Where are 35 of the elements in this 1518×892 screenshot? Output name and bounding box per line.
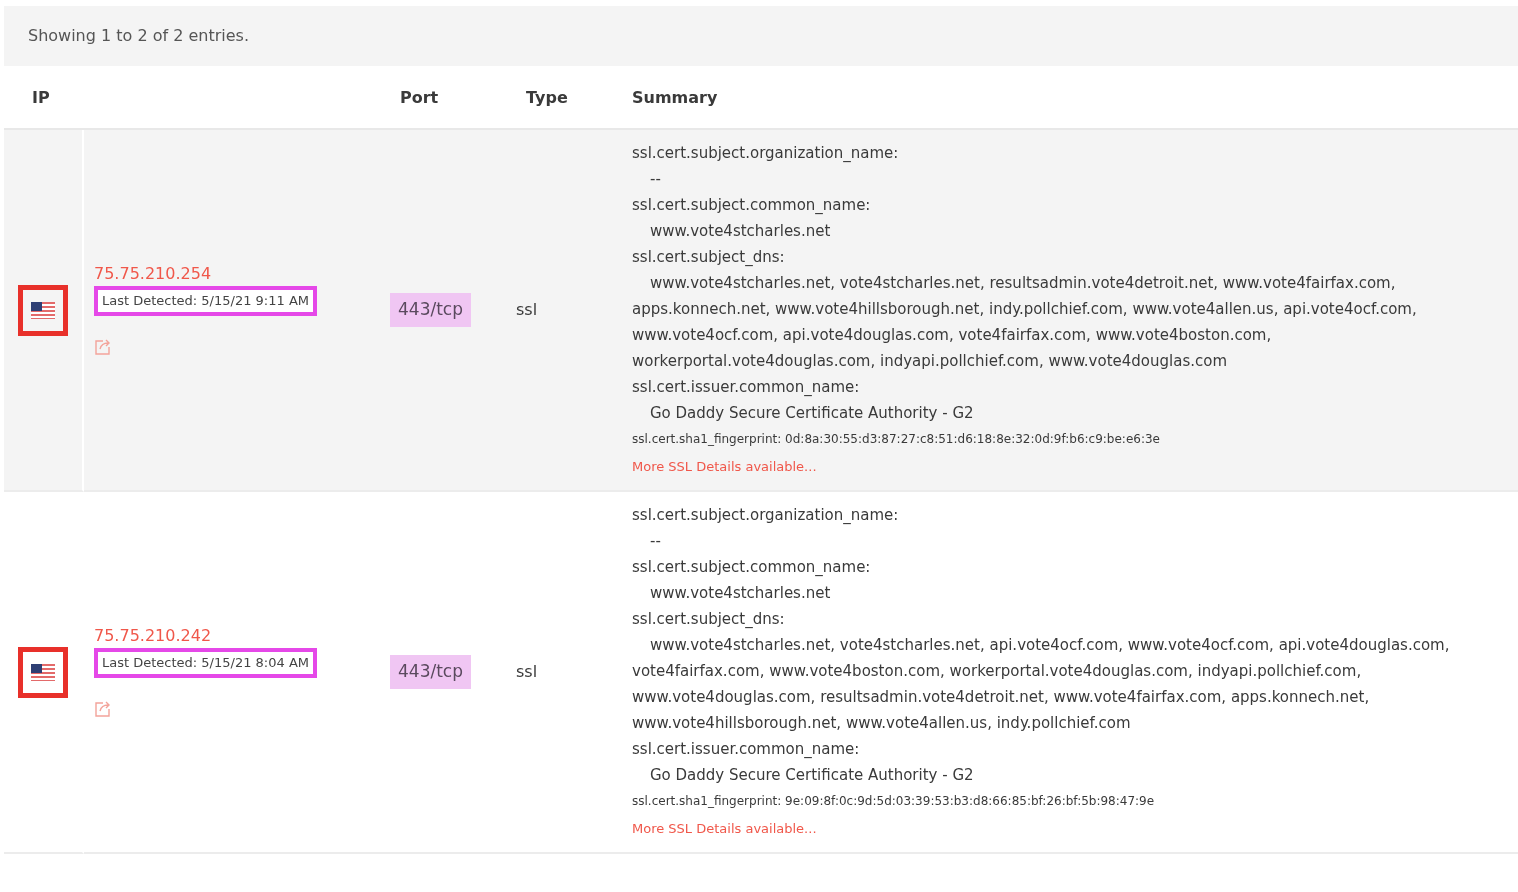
- summary-value: --: [649, 169, 662, 190]
- external-link-icon[interactable]: [94, 699, 112, 717]
- column-header: Port: [400, 88, 439, 107]
- summary-value: www.vote4stcharles.net: [649, 583, 832, 604]
- port-tag: 443/tcp: [390, 655, 471, 689]
- last-detected-text: Last Detected: 5/15/21 8:04 AM: [94, 648, 317, 678]
- port-tag: 443/tcp: [390, 293, 471, 327]
- summary-label: ssl.cert.issuer.common_name:: [632, 377, 861, 398]
- summary-value: www.vote4stcharles.net: [649, 221, 832, 242]
- ip-link[interactable]: 75.75.210.242: [94, 624, 390, 649]
- last-detected-text: Last Detected: 5/15/21 9:11 AM: [94, 286, 317, 316]
- summary-value: Go Daddy Secure Certificate Authority - G2: [649, 403, 975, 424]
- entries-count-text: Showing 1 to 2 of 2 entries.: [28, 26, 249, 45]
- ip-link[interactable]: 75.75.210.254: [94, 262, 390, 287]
- type-text: ssl: [516, 299, 538, 321]
- fingerprint-text: ssl.cert.sha1_fingerprint: 0d:8a:30:55:d3:87:27:c8:51:d6:18:8e:32:0d:9f:b6:c9:be:e6:3e: [632, 431, 1161, 448]
- column-header: IP: [32, 88, 50, 107]
- summary-label: ssl.cert.issuer.common_name:: [632, 739, 861, 760]
- more-details-link[interactable]: More SSL Details available...: [632, 821, 817, 836]
- column-header: Type: [526, 88, 568, 107]
- us-flag-icon: [31, 663, 55, 681]
- type-text: ssl: [516, 661, 538, 683]
- more-details-link[interactable]: More SSL Details available...: [632, 459, 817, 474]
- summary-label: ssl.cert.subject.organization_name:: [632, 143, 900, 164]
- summary-label: ssl.cert.subject.common_name:: [632, 557, 872, 578]
- summary-value: Go Daddy Secure Certificate Authority - G2: [649, 765, 975, 786]
- external-link-icon[interactable]: [94, 337, 112, 355]
- summary-label: ssl.cert.subject.organization_name:: [632, 505, 900, 526]
- summary-label: ssl.cert.subject.common_name:: [632, 195, 872, 216]
- summary-label: ssl.cert.subject_dns:: [632, 247, 786, 268]
- column-header: Summary: [632, 88, 718, 107]
- summary-value: --: [649, 531, 662, 552]
- us-flag-icon: [31, 301, 55, 319]
- fingerprint-text: ssl.cert.sha1_fingerprint: 9e:09:8f:0c:9d:5d:03:39:53:b3:d8:66:85:bf:26:bf:5b:98:47:9e: [632, 793, 1156, 810]
- summary-label: ssl.cert.subject_dns:: [632, 609, 786, 630]
